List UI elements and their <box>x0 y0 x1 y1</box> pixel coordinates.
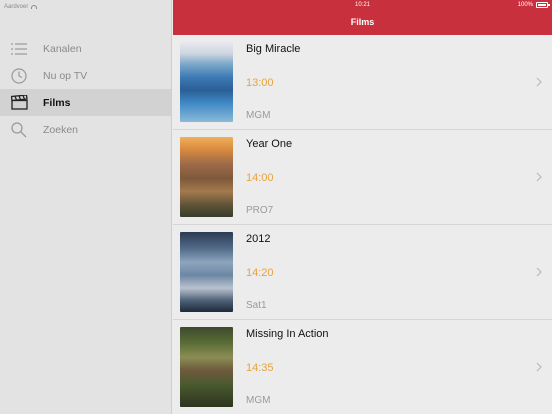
chevron-right-icon <box>536 172 542 182</box>
sidebar: Aardvoer Kanalen Nu op TV Films Zoeken <box>0 0 172 414</box>
movie-row[interactable]: 2012 14:20 Sat1 <box>173 225 552 320</box>
wifi-icon <box>31 4 38 9</box>
sidebar-item-kanalen[interactable]: Kanalen <box>0 35 171 62</box>
movie-list: Big Miracle 13:00 MGM Year One 14:00 PRO… <box>173 35 552 414</box>
search-icon <box>10 121 28 138</box>
movie-channel: MGM <box>246 395 271 406</box>
status-time: 10:21 <box>354 2 370 8</box>
list-icon <box>10 41 28 57</box>
sidebar-item-label: Zoeken <box>43 123 79 136</box>
sidebar-item-zoeken[interactable]: Zoeken <box>0 116 171 143</box>
sidebar-item-label: Nu op TV <box>43 69 88 82</box>
movie-time: 14:00 <box>246 172 274 184</box>
movie-title: Missing In Action <box>246 328 329 340</box>
sidebar-item-films[interactable]: Films <box>0 89 171 116</box>
clock-icon <box>10 67 28 84</box>
movie-poster <box>180 232 233 312</box>
movie-row[interactable]: Missing In Action 14:35 MGM <box>173 320 552 414</box>
chevron-right-icon <box>536 362 542 372</box>
battery-percent: 100% <box>517 2 533 8</box>
main-panel: 10:21 100% Films Big Miracle 13:00 MGM Y… <box>173 0 552 414</box>
movie-poster <box>180 42 233 122</box>
movie-time: 14:20 <box>246 267 274 279</box>
chevron-right-icon <box>536 267 542 277</box>
sidebar-item-label: Kanalen <box>43 42 82 55</box>
movie-channel: PRO7 <box>246 205 274 216</box>
nav-header: 10:21 100% Films <box>173 0 552 35</box>
carrier-label: Aardvoer <box>4 3 29 10</box>
movie-title: Big Miracle <box>246 43 301 55</box>
battery-status: 100% <box>517 2 550 8</box>
sidebar-item-label: Films <box>43 96 71 109</box>
movie-title: 2012 <box>246 233 271 245</box>
movie-channel: Sat1 <box>246 300 267 311</box>
movie-row[interactable]: Year One 14:00 PRO7 <box>173 130 552 225</box>
movie-channel: MGM <box>246 110 271 121</box>
clapperboard-icon <box>10 95 28 111</box>
movie-poster <box>180 327 233 407</box>
sidebar-menu: Kanalen Nu op TV Films Zoeken <box>0 35 171 143</box>
movie-row[interactable]: Big Miracle 13:00 MGM <box>173 35 552 130</box>
battery-icon <box>536 2 550 8</box>
sidebar-item-nu-op-tv[interactable]: Nu op TV <box>0 62 171 89</box>
page-title: Films <box>350 17 375 27</box>
movie-time: 14:35 <box>246 362 274 374</box>
movie-title: Year One <box>246 138 293 150</box>
movie-time: 13:00 <box>246 77 274 89</box>
chevron-right-icon <box>536 77 542 87</box>
movie-poster <box>180 137 233 217</box>
status-bar-left: Aardvoer <box>0 0 171 11</box>
